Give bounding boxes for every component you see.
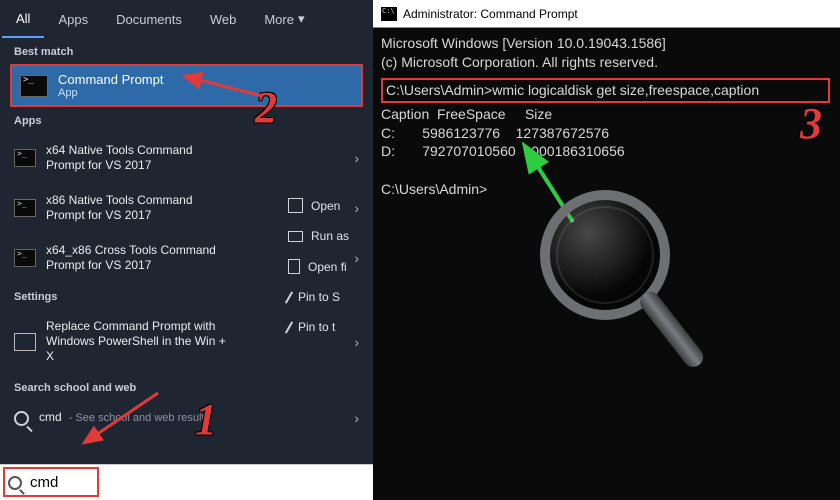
terminal-body[interactable]: Microsoft Windows [Version 10.0.19043.15… <box>373 28 840 205</box>
bestmatch-subtitle: App <box>58 87 163 99</box>
window-titlebar[interactable]: Administrator: Command Prompt <box>373 0 840 28</box>
tab-documents[interactable]: Documents <box>102 0 196 38</box>
section-searchweb: Search school and web <box>0 374 373 400</box>
tab-more[interactable]: More ▾ <box>250 0 318 38</box>
open-icon <box>288 198 303 213</box>
bestmatch-context-menu: Open Run as Open fi Pin to S Pin to t <box>288 190 373 342</box>
term-row: D: 792707010560 1000186310656 <box>381 142 832 161</box>
context-label: Open fi <box>308 260 347 274</box>
bestmatch-title: Command Prompt <box>58 72 163 87</box>
app-result-label: x86 Native Tools Command Prompt for VS 2… <box>46 193 234 223</box>
app-result-label: x64 Native Tools Command Prompt for VS 2… <box>46 143 234 173</box>
term-row: C: 5986123776 127387672576 <box>381 124 832 143</box>
command-prompt-window: Administrator: Command Prompt Microsoft … <box>373 0 840 500</box>
cmd-icon <box>14 199 36 217</box>
chevron-down-icon: ▾ <box>298 11 305 27</box>
context-pin-start[interactable]: Pin to S <box>288 282 373 312</box>
context-run-as[interactable]: Run as <box>288 221 373 251</box>
cmd-icon <box>20 75 48 97</box>
shield-icon <box>288 231 303 242</box>
annotation-number-3: 3 <box>800 98 822 149</box>
app-result[interactable]: x64 Native Tools Command Prompt for VS 2… <box>6 133 367 183</box>
cmd-icon <box>381 7 397 21</box>
term-line: (c) Microsoft Corporation. All rights re… <box>381 53 832 72</box>
tab-more-label: More <box>264 12 294 27</box>
cmd-icon <box>14 149 36 167</box>
search-tabs: All Apps Documents Web More ▾ <box>0 0 373 38</box>
folder-icon <box>288 259 300 274</box>
section-apps: Apps <box>0 107 373 133</box>
tab-web[interactable]: Web <box>196 0 251 38</box>
tab-all[interactable]: All <box>2 0 44 38</box>
context-open-file-location[interactable]: Open fi <box>288 251 373 282</box>
chevron-right-icon[interactable]: › <box>354 410 359 426</box>
context-label: Pin to S <box>298 290 340 304</box>
annotation-number-1: 1 <box>195 394 217 445</box>
term-prompt: C:\Users\Admin> <box>381 180 832 199</box>
context-label: Run as <box>311 229 349 243</box>
term-line: Microsoft Windows [Version 10.0.19043.15… <box>381 34 832 53</box>
settings-result-label: Replace Command Prompt with Windows Powe… <box>46 319 234 364</box>
search-icon <box>14 411 29 426</box>
term-prompt: C:\Users\Admin> <box>386 82 492 98</box>
term-header: Caption FreeSpace Size <box>381 105 832 124</box>
web-result-hint: - See school and web results <box>66 412 210 424</box>
annotation-frame-3: C:\Users\Admin>wmic logicaldisk get size… <box>381 78 830 103</box>
tab-apps[interactable]: Apps <box>44 0 102 38</box>
window-title: Administrator: Command Prompt <box>403 7 578 21</box>
chevron-right-icon[interactable]: › <box>354 150 359 166</box>
context-open[interactable]: Open <box>288 190 373 221</box>
search-icon <box>8 476 22 490</box>
web-result-q: cmd <box>39 410 62 424</box>
annotation-number-2: 2 <box>255 82 277 133</box>
web-result[interactable]: cmd - See school and web results › <box>6 400 367 436</box>
cmd-icon <box>14 249 36 267</box>
context-label: Pin to t <box>298 320 335 334</box>
app-result-label: x64_x86 Cross Tools Command Prompt for V… <box>46 243 234 273</box>
context-label: Open <box>311 199 340 213</box>
search-input[interactable] <box>30 474 365 491</box>
search-bar <box>0 464 373 500</box>
bestmatch-item[interactable]: Command Prompt App <box>10 64 363 107</box>
term-command: wmic logicaldisk get size,freespace,capt… <box>492 82 759 98</box>
context-pin-taskbar[interactable]: Pin to t <box>288 312 373 342</box>
swap-icon <box>14 333 36 351</box>
section-bestmatch: Best match <box>0 38 373 64</box>
